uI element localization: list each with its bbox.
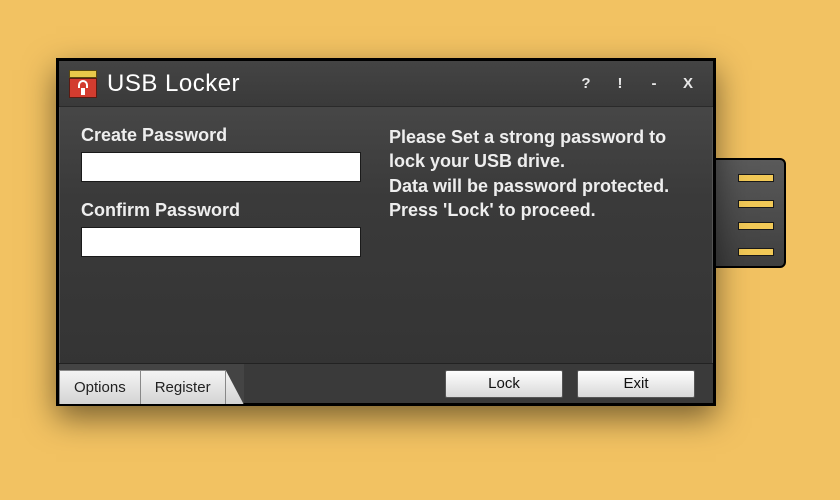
body-area: Create Password Confirm Password Please … <box>59 107 713 363</box>
footer: Options Register Lock Exit <box>59 363 713 403</box>
instruction-line: Press 'Lock' to proceed. <box>389 198 691 222</box>
close-button[interactable]: X <box>681 75 695 92</box>
app-window: USB Locker ? ! - X Create Password Confi… <box>56 58 716 406</box>
help-button[interactable]: ? <box>579 75 593 92</box>
footer-spacer <box>244 364 445 403</box>
options-tab[interactable]: Options <box>59 370 141 404</box>
footer-tabs: Options Register <box>59 364 244 403</box>
spacer-button[interactable]: - <box>647 75 661 92</box>
minimize-button[interactable]: ! <box>613 75 627 92</box>
app-title: USB Locker <box>107 70 579 98</box>
register-tab[interactable]: Register <box>141 370 226 404</box>
exit-button[interactable]: Exit <box>577 370 695 398</box>
titlebar: USB Locker ? ! - X <box>59 61 713 107</box>
action-buttons: Lock Exit <box>445 364 713 403</box>
tab-tail-decor <box>226 370 244 404</box>
instruction-line: Data will be password protected. <box>389 174 691 198</box>
lock-icon <box>69 70 97 98</box>
confirm-password-input[interactable] <box>81 227 361 257</box>
create-password-input[interactable] <box>81 152 361 182</box>
instruction-line: Please Set a strong password to lock you… <box>389 125 691 174</box>
usb-pin <box>738 200 774 208</box>
usb-pin <box>738 222 774 230</box>
usb-connector-decor <box>712 158 786 268</box>
confirm-password-label: Confirm Password <box>81 200 361 221</box>
window-controls: ? ! - X <box>579 75 703 92</box>
create-password-label: Create Password <box>81 125 361 146</box>
usb-pin <box>738 248 774 256</box>
password-form: Create Password Confirm Password <box>81 125 361 353</box>
usb-pin <box>738 174 774 182</box>
instructions-text: Please Set a strong password to lock you… <box>389 125 691 353</box>
lock-button[interactable]: Lock <box>445 370 563 398</box>
